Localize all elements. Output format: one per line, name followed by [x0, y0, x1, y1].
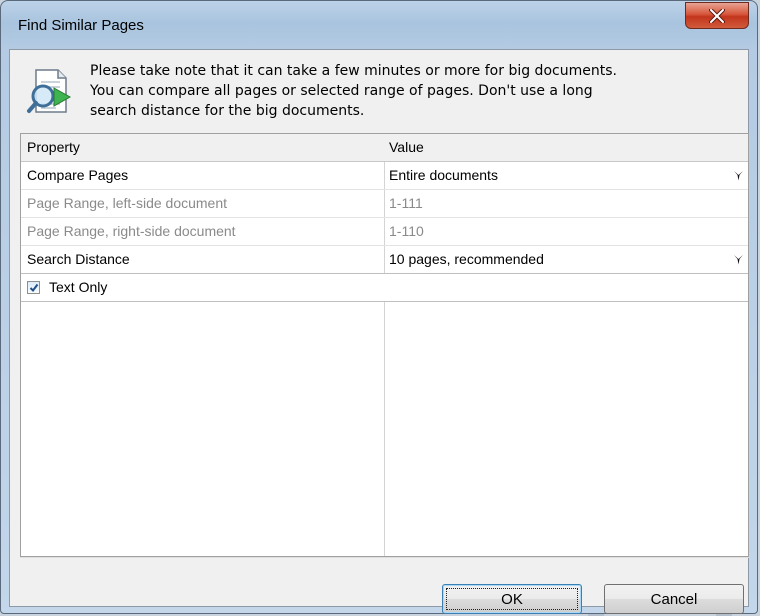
checkmark-icon: [29, 283, 39, 293]
info-message: Please take note that it can take a few …: [90, 61, 740, 121]
dropdown-arrow-icon[interactable]: [733, 170, 744, 181]
info-line: search distance for the big documents.: [90, 103, 365, 119]
dialog-client-area: Please take note that it can take a few …: [9, 49, 749, 614]
property-name: Compare Pages: [27, 167, 129, 183]
right-page-range-value[interactable]: 1-110: [389, 218, 424, 245]
close-icon: [709, 8, 725, 23]
grid-row-search-distance[interactable]: Search Distance 10 pages, recommended: [21, 246, 748, 274]
grid-row-right-page-range[interactable]: Page Range, right-side document 1-110: [21, 218, 748, 246]
text-only-checkbox[interactable]: [27, 281, 40, 294]
ok-button[interactable]: OK: [442, 584, 582, 614]
compare-pages-value[interactable]: Entire documents: [389, 162, 498, 189]
column-header-value: Value: [389, 139, 424, 155]
info-line: Please take note that it can take a few …: [90, 63, 617, 79]
info-line: You can compare all pages or selected ra…: [90, 83, 593, 99]
left-page-range-value[interactable]: 1-111: [389, 190, 423, 217]
dialog-window: Find Similar Pages Please take note that…: [0, 0, 758, 614]
property-name: Search Distance: [27, 251, 130, 267]
dropdown-arrow-icon[interactable]: [733, 254, 744, 265]
property-name: Page Range, left-side document: [27, 195, 228, 211]
info-panel: Please take note that it can take a few …: [10, 50, 748, 133]
search-distance-value[interactable]: 10 pages, recommended: [389, 246, 544, 273]
close-button[interactable]: [685, 2, 749, 29]
grid-header: Property Value: [21, 134, 748, 162]
property-grid: Property Value Compare Pages Entire docu…: [20, 133, 749, 557]
grid-row-left-page-range[interactable]: Page Range, left-side document 1-111: [21, 190, 748, 218]
cancel-button-label: Cancel: [650, 590, 698, 608]
column-header-property: Property: [27, 139, 80, 155]
window-title: Find Similar Pages: [18, 17, 144, 34]
title-bar[interactable]: Find Similar Pages: [1, 1, 757, 49]
document-search-icon: [27, 69, 72, 113]
text-only-label[interactable]: Text Only: [49, 274, 107, 301]
grid-row-text-only[interactable]: Text Only: [21, 274, 748, 302]
property-name: Page Range, right-side document: [27, 223, 236, 239]
grid-row-compare-pages[interactable]: Compare Pages Entire documents: [21, 162, 748, 190]
cancel-button[interactable]: Cancel: [604, 584, 744, 614]
